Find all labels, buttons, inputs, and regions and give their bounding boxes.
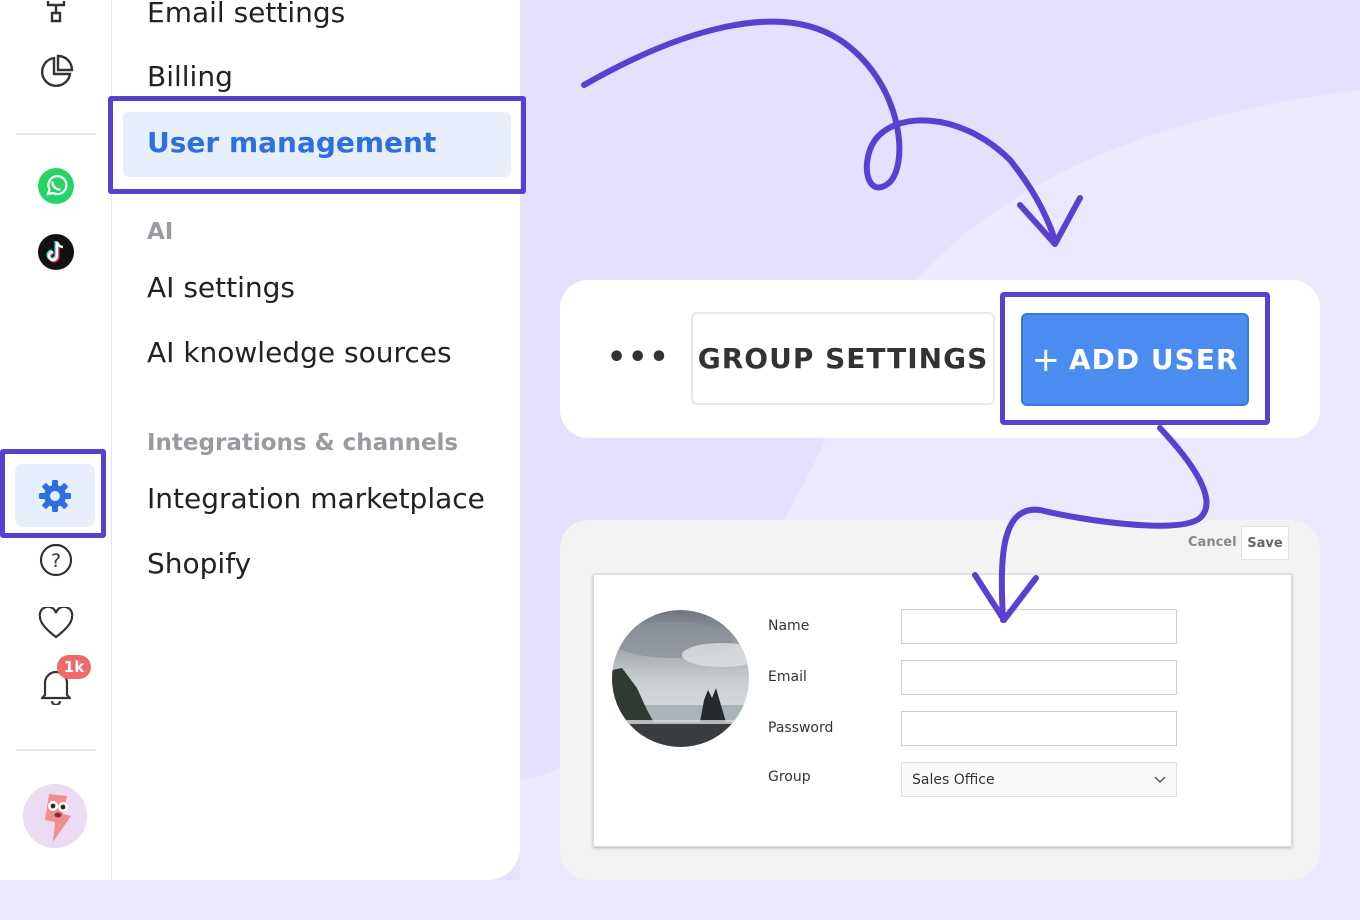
avatar[interactable] xyxy=(23,784,87,848)
pie-chart-icon[interactable] xyxy=(36,52,76,92)
settings-highlight-frame xyxy=(0,449,106,538)
plus-icon: + xyxy=(1031,339,1061,380)
menu-item-ai-settings[interactable]: AI settings xyxy=(147,271,295,304)
more-options-icon[interactable]: ••• xyxy=(607,340,671,375)
save-button[interactable]: Save xyxy=(1241,526,1289,560)
cancel-button[interactable]: Cancel xyxy=(1188,535,1237,550)
icon-rail: ? 1k xyxy=(0,0,112,880)
group-label: Group xyxy=(768,769,811,785)
user-photo[interactable] xyxy=(612,610,749,747)
user-management-highlight-frame: User management xyxy=(108,96,526,194)
group-settings-button[interactable]: GROUP SETTINGS xyxy=(691,312,995,405)
user-management-label: User management xyxy=(147,126,437,159)
settings-button[interactable] xyxy=(15,464,95,527)
password-label: Password xyxy=(768,720,834,736)
menu-section-ai: AI xyxy=(147,219,174,245)
rail-divider xyxy=(16,133,96,135)
menu-section-integrations: Integrations & channels xyxy=(147,430,459,456)
help-icon[interactable]: ? xyxy=(36,540,76,580)
rail-divider xyxy=(16,749,96,751)
menu-item-integration-marketplace[interactable]: Integration marketplace xyxy=(147,482,485,515)
chevron-down-icon xyxy=(1154,776,1166,783)
group-select[interactable]: Sales Office xyxy=(901,762,1177,797)
password-input[interactable] xyxy=(901,711,1177,746)
notification-badge: 1k xyxy=(57,655,91,679)
name-input[interactable] xyxy=(901,609,1177,644)
flowchart-icon[interactable] xyxy=(40,0,72,24)
email-label: Email xyxy=(768,669,807,685)
menu-item-ai-knowledge-sources[interactable]: AI knowledge sources xyxy=(147,336,452,369)
whatsapp-icon[interactable] xyxy=(36,166,76,206)
menu-item-email-settings[interactable]: Email settings xyxy=(147,0,345,29)
heart-icon[interactable] xyxy=(36,604,76,644)
svg-text:?: ? xyxy=(51,550,61,572)
name-label: Name xyxy=(768,618,810,634)
add-user-label: ADD USER xyxy=(1069,343,1239,376)
group-select-value: Sales Office xyxy=(912,771,995,788)
settings-gear-icon xyxy=(39,479,71,512)
add-user-button[interactable]: + ADD USER xyxy=(1021,313,1249,406)
tiktok-icon[interactable] xyxy=(36,232,76,272)
menu-item-user-management[interactable]: User management xyxy=(123,112,511,177)
email-input[interactable] xyxy=(901,660,1177,695)
menu-item-billing[interactable]: Billing xyxy=(147,60,233,93)
menu-item-shopify[interactable]: Shopify xyxy=(147,547,251,580)
